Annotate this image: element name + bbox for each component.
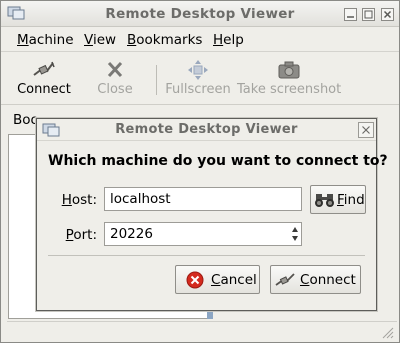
- port-spinner-icon[interactable]: [289, 223, 301, 245]
- menu-machine[interactable]: Machine: [17, 32, 74, 48]
- bookmarks-panel-label: Boo: [13, 112, 39, 128]
- maximize-icon[interactable]: [362, 8, 375, 21]
- close-icon[interactable]: [381, 8, 394, 21]
- statusbar: [7, 321, 397, 341]
- port-input[interactable]: 20226: [104, 222, 302, 246]
- dialog-close-icon[interactable]: [358, 122, 374, 138]
- menu-bookmarks[interactable]: Bookmarks: [127, 32, 202, 48]
- close-x-icon: [107, 61, 123, 78]
- connect-button-label: Connect: [300, 272, 356, 288]
- take-screenshot-tool-label: Take screenshot: [237, 82, 342, 97]
- toolbar-separator: [156, 65, 157, 95]
- connect-tool-label: Connect: [17, 82, 71, 97]
- fullscreen-tool-button[interactable]: Fullscreen: [165, 53, 231, 103]
- host-input[interactable]: localhost: [104, 187, 302, 211]
- take-screenshot-tool-button[interactable]: Take screenshot: [237, 53, 341, 103]
- dialog-title: Remote Desktop Viewer: [115, 122, 298, 137]
- binoculars-icon: [315, 194, 334, 207]
- window-titlebar[interactable]: Remote Desktop Viewer: [1, 1, 399, 27]
- window-title: Remote Desktop Viewer: [105, 6, 295, 22]
- connect-button[interactable]: Connect: [270, 265, 361, 294]
- connect-plug-icon: [275, 273, 295, 286]
- camera-icon: [278, 61, 300, 79]
- desktop-background-bottom: [0, 343, 403, 347]
- host-label: Host:: [61, 192, 97, 208]
- close-tool-label: Close: [97, 82, 133, 97]
- find-button-label: Find: [337, 192, 365, 208]
- minimize-icon[interactable]: [344, 8, 357, 21]
- menu-view[interactable]: View: [84, 32, 116, 48]
- menubar: Machine View Bookmarks Help: [1, 28, 399, 52]
- find-button[interactable]: Find: [310, 185, 366, 214]
- cancel-icon: [186, 271, 204, 289]
- toolbar: Connect Close Fullscreen Take screenshot: [1, 53, 399, 105]
- connect-dialog: Remote Desktop Viewer Which machine do y…: [36, 118, 388, 311]
- dialog-separator: [48, 255, 365, 256]
- fullscreen-icon: [188, 60, 208, 80]
- cancel-button-label: Cancel: [211, 272, 257, 288]
- dialog-titlebar[interactable]: Remote Desktop Viewer: [37, 119, 376, 141]
- port-label: Port:: [65, 227, 97, 243]
- connect-plug-icon: [33, 61, 55, 76]
- connect-tool-button[interactable]: Connect: [9, 53, 79, 103]
- menu-help[interactable]: Help: [213, 32, 244, 48]
- fullscreen-tool-label: Fullscreen: [165, 82, 231, 97]
- close-tool-button[interactable]: Close: [89, 53, 141, 103]
- resize-grip-icon[interactable]: [380, 325, 394, 339]
- cancel-button[interactable]: Cancel: [175, 265, 260, 294]
- dialog-question: Which machine do you want to connect to?: [48, 153, 388, 169]
